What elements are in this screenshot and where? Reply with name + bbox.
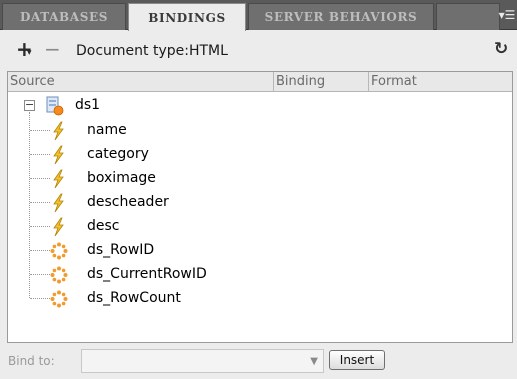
bind-to-select[interactable]: ▼ [81,349,324,373]
tree-item-label: name [87,122,127,138]
bindings-grid: Source Binding Format − ds1 name categor… [7,71,513,343]
tree-item-descheader[interactable]: descheader [8,191,512,215]
column-header-binding[interactable]: Binding [274,72,369,92]
column-header-format[interactable]: Format [369,72,512,92]
tree-item-desc[interactable]: desc [8,215,512,239]
tree-branch [30,130,50,131]
bindings-tree: − ds1 name category boximage descheader … [8,93,512,343]
panel-tab-bar: DATABASES BINDINGS SERVER BEHAVIORS ▾☰ [0,0,517,31]
lightning-bolt-icon [53,169,64,189]
tree-item-boximage[interactable]: boximage [8,167,512,191]
minus-icon: − [44,37,61,61]
lightning-bolt-icon [53,217,64,237]
lightning-bolt-icon [53,145,64,165]
gear-icon [50,242,68,260]
bind-to-bar: Bind to: ▼ Insert [0,345,517,379]
tree-item-label: boximage [87,170,156,186]
tab-empty [436,3,500,30]
tree-item-name[interactable]: name [8,119,512,143]
tree-node-label: ds1 [75,97,101,113]
tree-item-ds-rowid[interactable]: ds_RowID [8,239,512,263]
tree-branch [30,202,50,203]
tree-item-category[interactable]: category [8,143,512,167]
column-header-source[interactable]: Source [8,72,274,92]
tree-branch [30,226,50,227]
tree-item-label: ds_CurrentRowID [87,266,207,282]
tab-bindings[interactable]: BINDINGS [128,3,246,31]
dataset-icon [46,96,64,116]
gear-icon [50,290,68,308]
document-type-label: Document type:HTML [76,43,228,59]
tab-server-behaviors[interactable]: SERVER BEHAVIORS [248,3,434,30]
grid-header: Source Binding Format [8,72,512,92]
tree-item-label: ds_RowCount [87,290,181,306]
tab-databases[interactable]: DATABASES [2,3,126,30]
lightning-bolt-icon [53,193,64,213]
panel-menu-icon[interactable]: ▾☰ [497,4,517,26]
gear-icon [50,266,68,284]
lightning-bolt-icon [53,121,64,141]
refresh-icon: ↻ [494,39,509,59]
collapse-icon[interactable]: − [24,99,35,111]
tree-item-label: ds_RowID [87,242,155,258]
tree-node-ds1[interactable]: − ds1 [8,93,512,119]
tree-branch [30,250,50,251]
chevron-down-icon: ▼ [310,356,318,367]
bind-to-label: Bind to: [8,354,55,368]
tree-item-ds-rowcount[interactable]: ds_RowCount [8,287,512,311]
insert-button[interactable]: Insert [329,350,385,370]
tree-branch [30,274,50,275]
remove-binding-button[interactable]: − [44,37,64,61]
tree-item-label: category [87,146,149,162]
tree-item-label: desc [87,218,120,234]
add-binding-button[interactable]: + ▾ [16,39,40,60]
tree-item-label: descheader [87,194,169,210]
tree-item-ds-currentrowid[interactable]: ds_CurrentRowID [8,263,512,287]
bindings-toolbar: + ▾ − Document type:HTML ↻ [0,31,517,67]
tree-branch [30,154,50,155]
tree-branch [30,178,50,179]
refresh-button[interactable]: ↻ [494,39,512,59]
dropdown-triangle-icon: ▾ [27,48,32,58]
tree-branch [30,298,50,299]
